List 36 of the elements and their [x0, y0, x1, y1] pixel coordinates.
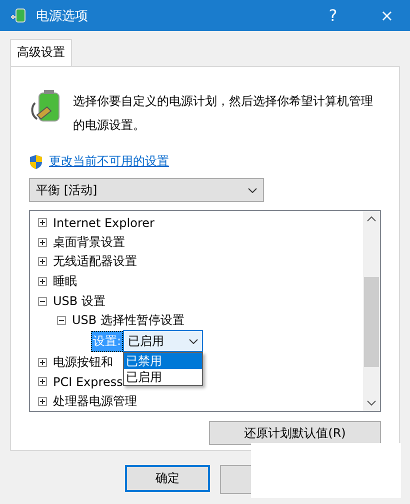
- expand-icon[interactable]: [38, 377, 47, 386]
- tree-item[interactable]: PCI Express: [53, 374, 123, 389]
- tree-item[interactable]: Internet Explorer: [53, 216, 154, 230]
- shield-icon: [29, 154, 43, 170]
- close-button[interactable]: ×: [364, 6, 410, 25]
- collapse-icon[interactable]: [38, 296, 47, 306]
- dropdown-option[interactable]: 已禁用: [124, 353, 202, 370]
- change-settings-link[interactable]: 更改当前不可用的设置: [49, 153, 169, 170]
- tab[interactable]: 高级设置: [10, 39, 72, 66]
- scrollbar[interactable]: [363, 211, 380, 411]
- tree-item[interactable]: USB 选择性暂停设置: [72, 312, 184, 330]
- expand-icon[interactable]: [38, 276, 47, 286]
- restore-defaults-button[interactable]: 还原计划默认值(R): [209, 421, 381, 445]
- dropdown-option[interactable]: 已启用: [124, 369, 202, 386]
- ok-button[interactable]: 确定: [125, 465, 210, 492]
- battery-plug-icon: [10, 8, 28, 24]
- chevron-down-icon: [189, 338, 198, 344]
- tree-item[interactable]: 桌面背景设置: [53, 234, 125, 251]
- tree-item[interactable]: 睡眠: [53, 272, 77, 290]
- expand-icon[interactable]: [38, 238, 47, 247]
- collapse-icon[interactable]: [57, 316, 66, 326]
- chevron-down-icon: [248, 188, 257, 192]
- expand-icon[interactable]: [38, 257, 47, 266]
- expand-icon[interactable]: [38, 358, 47, 367]
- expand-icon[interactable]: [38, 218, 47, 228]
- tree-item[interactable]: 无线适配器设置: [53, 253, 137, 270]
- scroll-thumb[interactable]: [364, 277, 379, 367]
- tree-item[interactable]: USB 设置: [53, 292, 106, 310]
- help-button[interactable]: ?: [310, 6, 356, 25]
- description-text: 选择你要自定义的电源计划，然后选择你希望计算机管理的电源设置。: [73, 93, 373, 134]
- setting-label: 设置:: [91, 330, 124, 352]
- window-title: 电源选项: [36, 8, 89, 24]
- tree-item[interactable]: 处理器电源管理: [53, 392, 137, 410]
- expand-icon[interactable]: [38, 396, 47, 406]
- tree-item[interactable]: 电源按钮和: [53, 354, 113, 371]
- plan-dropdown[interactable]: 平衡 [活动]: [29, 178, 264, 202]
